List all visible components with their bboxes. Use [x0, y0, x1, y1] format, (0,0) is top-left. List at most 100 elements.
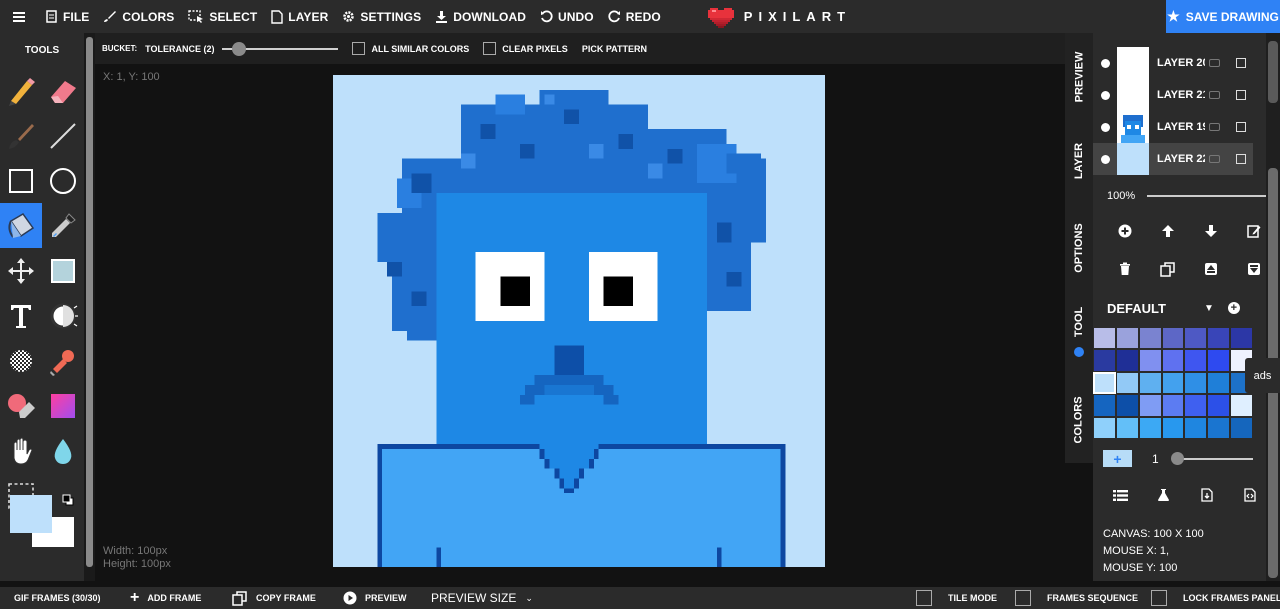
- gif-frames-button[interactable]: GIF FRAMES (30/30): [14, 587, 101, 609]
- tolerance-slider-knob[interactable]: [232, 41, 247, 56]
- palette-name[interactable]: DEFAULT: [1107, 301, 1166, 316]
- palette-swatch[interactable]: [1161, 327, 1185, 350]
- move-layer-down-button[interactable]: [1189, 221, 1232, 241]
- text-tool[interactable]: [0, 293, 42, 338]
- duplicate-layer-button[interactable]: [1146, 259, 1189, 279]
- water-drop-tool[interactable]: [42, 428, 84, 473]
- preview-button[interactable]: PREVIEW: [343, 587, 407, 609]
- layer-row[interactable]: LAYER 20: [1093, 47, 1253, 79]
- palette-swatch[interactable]: [1184, 416, 1208, 439]
- palette-swatch[interactable]: [1184, 394, 1208, 417]
- preview-size-dropdown[interactable]: PREVIEW SIZE ⌄: [431, 587, 533, 609]
- palette-swatch[interactable]: [1138, 416, 1162, 439]
- palette-swatch[interactable]: [1115, 416, 1139, 439]
- palette-swatch[interactable]: [1184, 349, 1208, 372]
- layer-visibility-icon[interactable]: [1101, 90, 1110, 100]
- export-file-button[interactable]: [1185, 485, 1228, 505]
- swap-colors-icon[interactable]: [62, 494, 74, 506]
- shape-fill-tool[interactable]: [42, 248, 84, 293]
- palette-swatch[interactable]: [1230, 416, 1253, 439]
- palette-swatch[interactable]: [1138, 394, 1162, 417]
- layer-checkbox[interactable]: [1236, 122, 1246, 132]
- tile-mode-checkbox[interactable]: [916, 590, 932, 606]
- move-tool[interactable]: [0, 248, 42, 293]
- ads-tab[interactable]: ads: [1245, 358, 1280, 393]
- eraser-tool[interactable]: [42, 68, 84, 113]
- download-menu[interactable]: DOWNLOAD: [428, 0, 533, 33]
- lock-icon[interactable]: [1209, 123, 1220, 131]
- tab-options[interactable]: OPTIONS: [1065, 218, 1093, 278]
- palette-swatch[interactable]: [1115, 327, 1139, 350]
- copy-frame-button[interactable]: COPY FRAME: [232, 587, 316, 609]
- tile-mode-option[interactable]: TILE MODE: [916, 587, 997, 609]
- layer-row[interactable]: LAYER 19: [1093, 111, 1253, 143]
- brush-size-slider[interactable]: [1170, 451, 1253, 465]
- layer-row-active[interactable]: LAYER 22: [1093, 143, 1253, 175]
- palette-swatch[interactable]: [1138, 371, 1162, 395]
- layer-checkbox[interactable]: [1236, 58, 1246, 68]
- merge-layer-up-button[interactable]: [1189, 259, 1232, 279]
- pencil-tool[interactable]: [0, 68, 42, 113]
- lock-frames-option[interactable]: LOCK FRAMES PANEL: [1151, 587, 1280, 609]
- add-palette-icon[interactable]: +: [1227, 302, 1240, 314]
- lock-icon[interactable]: [1209, 91, 1220, 99]
- redo-button[interactable]: REDO: [601, 0, 668, 33]
- palette-swatch[interactable]: [1161, 416, 1185, 439]
- palette-swatch[interactable]: [1138, 327, 1162, 350]
- tab-colors[interactable]: COLORS: [1065, 390, 1093, 450]
- frames-sequence-option[interactable]: FRAMES SEQUENCE: [1015, 587, 1138, 609]
- gradient-tool[interactable]: [42, 383, 84, 428]
- line-tool[interactable]: [42, 113, 84, 158]
- ellipse-tool[interactable]: [42, 158, 84, 203]
- tools-scrollbar[interactable]: [84, 33, 95, 581]
- colors-menu[interactable]: COLORS: [96, 0, 181, 33]
- brush-size-knob[interactable]: [1170, 451, 1184, 465]
- frames-sequence-checkbox[interactable]: [1015, 590, 1031, 606]
- palette-swatch[interactable]: [1161, 371, 1185, 395]
- palette-swatch[interactable]: [1207, 349, 1231, 372]
- palette-swatch[interactable]: [1093, 394, 1116, 417]
- list-button[interactable]: [1099, 485, 1142, 505]
- lighten-tool[interactable]: [42, 293, 84, 338]
- rectangle-tool[interactable]: [0, 158, 42, 203]
- palette-swatch[interactable]: [1115, 349, 1139, 372]
- pick-pattern-button[interactable]: PICK PATTERN: [582, 44, 647, 54]
- palette-swatch[interactable]: [1230, 394, 1253, 417]
- pixilart-logo[interactable]: PIXILART: [707, 6, 851, 28]
- palette-swatch[interactable]: [1093, 349, 1116, 372]
- clear-pixels-checkbox[interactable]: [483, 42, 497, 55]
- pixel-canvas[interactable]: [333, 75, 825, 567]
- lock-icon[interactable]: [1209, 59, 1220, 67]
- undo-button[interactable]: UNDO: [533, 0, 601, 33]
- palette-swatch[interactable]: [1115, 394, 1139, 417]
- hamburger-menu-icon[interactable]: [0, 0, 38, 33]
- layer-checkbox[interactable]: [1236, 154, 1246, 164]
- settings-menu[interactable]: SETTINGS: [335, 0, 428, 33]
- save-drawing-button[interactable]: ★ SAVE DRAWING: [1166, 0, 1280, 33]
- primary-color-swatch[interactable]: [10, 495, 52, 533]
- add-layer-button[interactable]: [1103, 221, 1146, 241]
- select-menu[interactable]: SELECT: [181, 0, 264, 33]
- palette-swatch[interactable]: [1115, 371, 1139, 395]
- layer-opacity-slider[interactable]: [1147, 189, 1280, 202]
- tolerance-slider[interactable]: [222, 41, 339, 56]
- delete-layer-button[interactable]: [1103, 259, 1146, 279]
- palette-swatch[interactable]: [1093, 416, 1116, 439]
- drawing-workspace[interactable]: X: 1, Y: 100 Width: 100px Height: 100px: [95, 64, 1065, 581]
- tab-tool[interactable]: TOOL: [1065, 300, 1093, 344]
- layer-menu[interactable]: LAYER: [264, 0, 335, 33]
- brush-tool[interactable]: [0, 113, 42, 158]
- palette-swatch[interactable]: [1138, 349, 1162, 372]
- panel-scrollbar[interactable]: [1266, 33, 1280, 581]
- layers-scrollbar-thumb[interactable]: [1268, 41, 1278, 103]
- layer-visibility-icon[interactable]: [1101, 122, 1110, 132]
- palette-swatch[interactable]: [1207, 371, 1231, 395]
- layer-visibility-icon[interactable]: [1101, 58, 1110, 68]
- palette-swatch[interactable]: [1093, 371, 1116, 395]
- layer-row[interactable]: LAYER 21: [1093, 79, 1253, 111]
- hand-tool[interactable]: [0, 428, 42, 473]
- palette-swatch[interactable]: [1093, 327, 1116, 350]
- add-frame-button[interactable]: + ADD FRAME: [130, 587, 201, 609]
- tools-scrollbar-thumb[interactable]: [86, 37, 93, 567]
- color-replace-tool[interactable]: [0, 383, 42, 428]
